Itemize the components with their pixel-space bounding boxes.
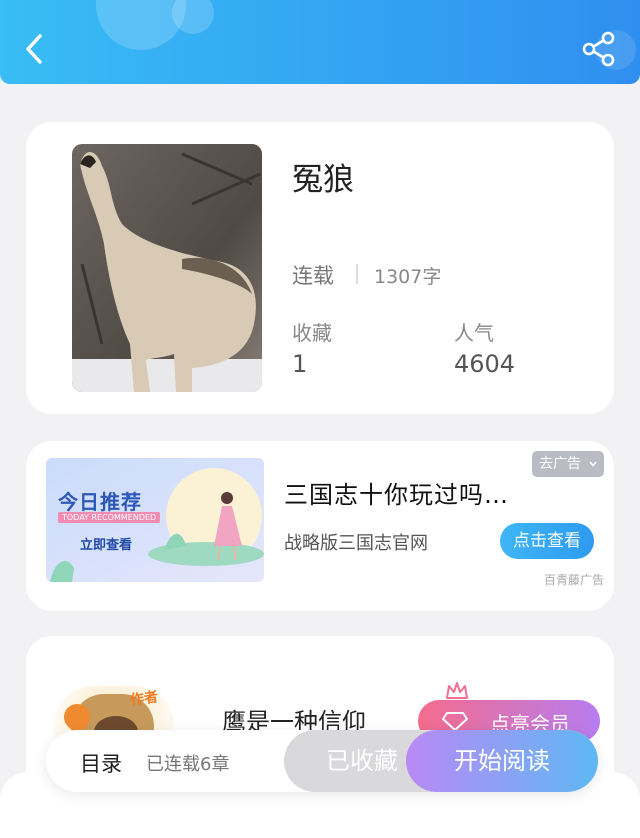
chevron-left-icon[interactable] xyxy=(18,32,52,66)
ad-card[interactable]: 今日推荐 TODAY RECOMMENDED 立即查看 三国志十你玩过吗… 战略… xyxy=(26,441,614,611)
serial-status: 连载 xyxy=(292,264,334,288)
crown-icon xyxy=(446,682,468,699)
decor-bubble xyxy=(172,0,214,34)
ad-banner-title: 今日推荐 xyxy=(58,490,142,514)
top-bar xyxy=(0,0,640,84)
favorites-value: 1 xyxy=(292,350,308,378)
word-count: 1307字 xyxy=(374,266,442,288)
ad-subtitle: 战略版三国志官网 xyxy=(284,533,428,554)
ad-banner-image[interactable]: 今日推荐 TODAY RECOMMENDED 立即查看 xyxy=(46,458,264,582)
author-badge: 作者 xyxy=(129,689,160,709)
diamond-icon xyxy=(442,712,468,731)
chevron-down-icon xyxy=(589,461,597,467)
bottom-action-bar: 目录 已连载6章 已收藏 开始阅读 xyxy=(46,730,598,792)
remove-ad-button[interactable]: 去广告 xyxy=(532,451,604,477)
popularity-value: 4604 xyxy=(454,350,516,378)
favorites-label: 收藏 xyxy=(292,321,332,345)
howling-wolf-cover-image xyxy=(72,144,262,392)
share-icon[interactable] xyxy=(580,30,618,68)
ad-banner-cta: 立即查看 xyxy=(80,538,133,553)
divider xyxy=(356,264,358,284)
book-info-card: 冤狼 连载 1307字 收藏 1 人气 4604 xyxy=(26,122,614,414)
popularity-label: 人气 xyxy=(454,321,494,345)
ad-title[interactable]: 三国志十你玩过吗… xyxy=(284,475,509,510)
ad-view-button[interactable]: 点击查看 xyxy=(500,523,594,559)
ad-source: 百青藤广告 xyxy=(544,573,605,587)
ad-banner-en: TODAY RECOMMENDED xyxy=(58,512,161,523)
start-reading-button[interactable]: 开始阅读 xyxy=(406,730,598,792)
remove-ad-label: 去广告 xyxy=(539,456,581,472)
book-cover[interactable] xyxy=(72,144,262,392)
toc-chapter-count: 已连载6章 xyxy=(146,754,230,775)
toc-button[interactable]: 目录 xyxy=(80,748,122,778)
book-title: 冤狼 xyxy=(292,162,354,198)
